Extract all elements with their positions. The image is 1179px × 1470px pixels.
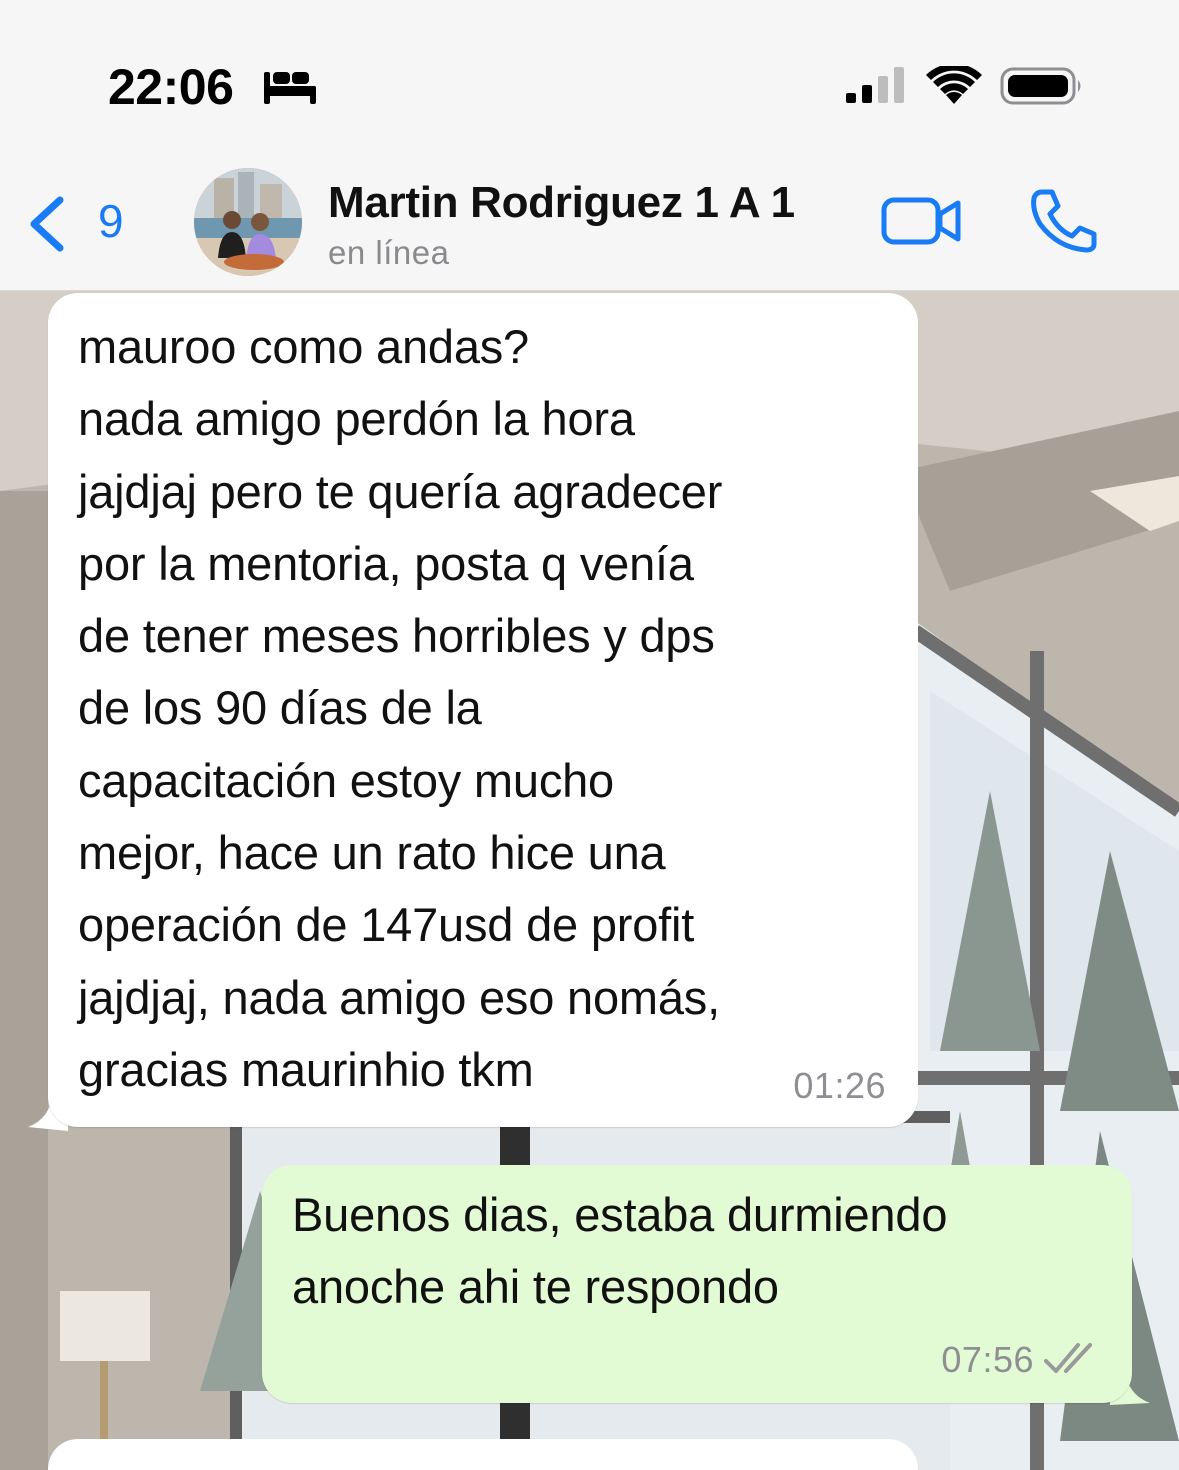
message-timestamp: 01:26 xyxy=(793,1065,886,1106)
phone-call-icon[interactable] xyxy=(1028,188,1098,254)
message-bubble-incoming-partial[interactable] xyxy=(48,1439,918,1470)
unread-count: 9 xyxy=(98,195,124,247)
message-bubble-incoming[interactable]: mauroo como andas? nada amigo perdón la … xyxy=(48,293,918,1127)
chat-header: 9 Martin Rodriguez 1 A 1 en línea xyxy=(0,150,1179,291)
video-call-icon[interactable] xyxy=(880,194,962,248)
status-time: 22:06 xyxy=(108,59,234,115)
avatar[interactable] xyxy=(194,168,302,276)
read-ticks-icon xyxy=(1044,1343,1092,1373)
bed-icon xyxy=(264,72,316,104)
battery-icon xyxy=(1000,67,1081,105)
contact-name[interactable]: Martin Rodriguez 1 A 1 xyxy=(328,178,795,228)
status-bar: 22:06 xyxy=(0,0,1179,150)
signal-icon xyxy=(846,67,904,103)
chat-area[interactable]: mauroo como andas? nada amigo perdón la … xyxy=(0,291,1179,1470)
message-timestamp: 07:56 xyxy=(941,1339,1034,1380)
back-button[interactable]: 9 xyxy=(22,188,142,258)
message-text: mauroo como andas? nada amigo perdón la … xyxy=(78,320,723,1096)
back-chevron-icon xyxy=(30,196,64,252)
message-text: Buenos dias, estaba durmiendo anoche ahi… xyxy=(292,1188,948,1314)
contact-status: en línea xyxy=(328,234,450,271)
wifi-icon xyxy=(926,66,982,104)
message-bubble-outgoing[interactable]: Buenos dias, estaba durmiendo anoche ahi… xyxy=(262,1165,1132,1403)
